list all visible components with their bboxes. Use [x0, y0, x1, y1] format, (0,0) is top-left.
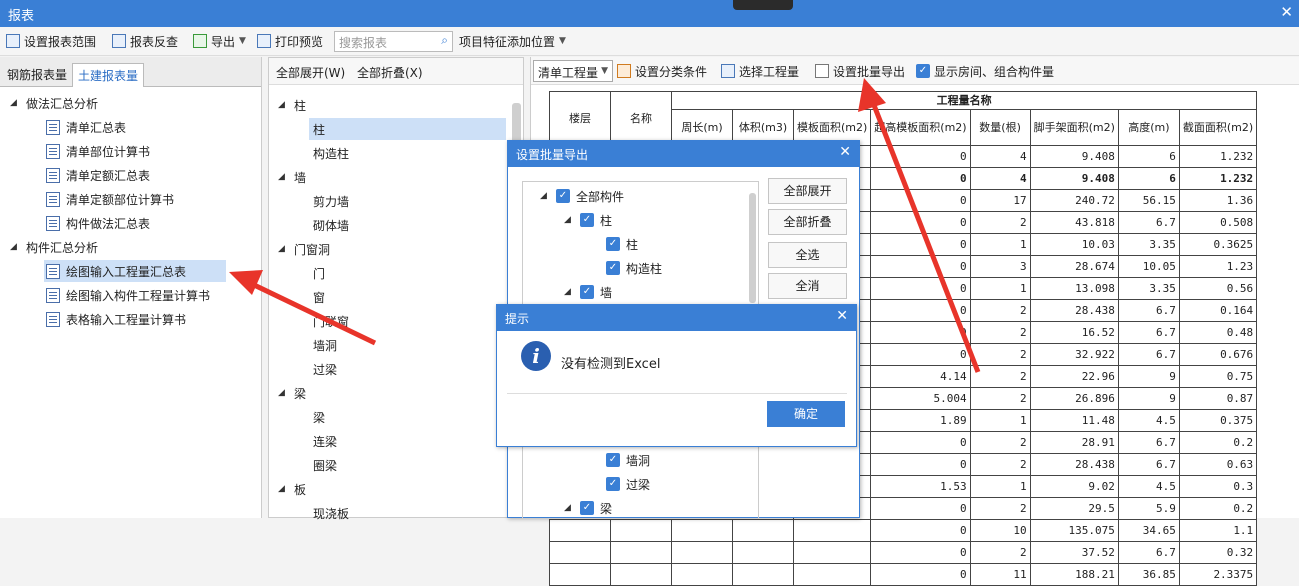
red-arrow-right [869, 99, 981, 373]
cell [792, 563, 872, 586]
cell: 1.1 [1178, 519, 1258, 542]
cell: 135.075 [1029, 519, 1119, 542]
cell: 188.21 [1029, 563, 1119, 586]
cell [549, 563, 611, 586]
cell [671, 519, 733, 542]
annotation-arrows [229, 78, 981, 373]
cell [792, 519, 872, 542]
cell: 0 [870, 541, 971, 564]
cell [732, 541, 794, 564]
table-row: 0 11 188.21 36.85 2.3375 [549, 563, 1258, 586]
arrow-head-right [858, 78, 886, 112]
cell [549, 541, 611, 564]
cell [671, 541, 733, 564]
cell: 2.3375 [1178, 563, 1258, 586]
cell [610, 541, 672, 564]
cell [610, 519, 672, 542]
cell [792, 541, 872, 564]
table-row: 0 2 37.52 6.7 0.32 [549, 541, 1258, 564]
cell: 34.65 [1117, 519, 1180, 542]
cell: 0.32 [1178, 541, 1258, 564]
arrow-head-left [229, 270, 263, 295]
table-row: 0 10 135.075 34.65 1.1 [549, 519, 1258, 542]
cell: 6.7 [1117, 541, 1180, 564]
cell [671, 563, 733, 586]
cell: 2 [969, 541, 1031, 564]
cell: 0 [870, 563, 971, 586]
cell [610, 563, 672, 586]
cell: 10 [969, 519, 1031, 542]
cell: 36.85 [1117, 563, 1180, 586]
cell [732, 519, 794, 542]
cell [732, 563, 794, 586]
cell: 0 [870, 519, 971, 542]
red-arrow-left [248, 280, 377, 346]
cell [549, 519, 611, 542]
cell: 37.52 [1029, 541, 1119, 564]
cell: 11 [969, 563, 1031, 586]
